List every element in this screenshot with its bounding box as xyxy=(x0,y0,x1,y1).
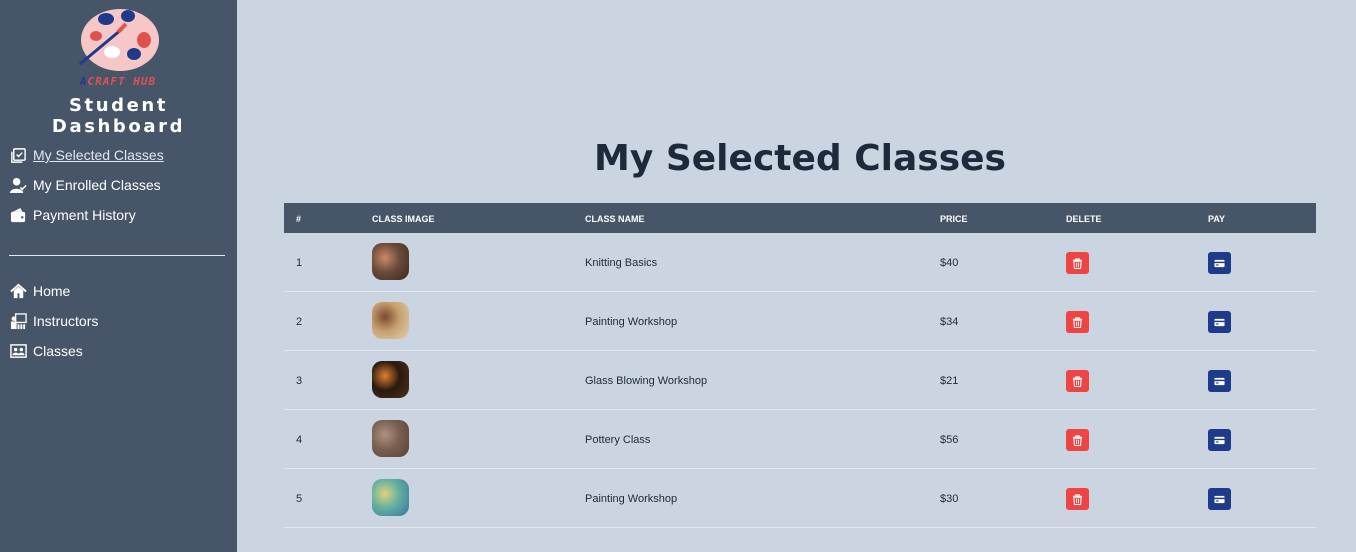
table-row: 4 Pottery Class $56 xyxy=(284,410,1316,469)
trash-icon xyxy=(1072,316,1083,328)
delete-button[interactable] xyxy=(1066,252,1089,274)
trash-icon xyxy=(1072,257,1083,269)
pay-button[interactable] xyxy=(1208,252,1231,274)
class-name: Painting Workshop xyxy=(585,316,678,328)
instructor-icon xyxy=(9,312,27,330)
sidebar-item-label: My Selected Classes xyxy=(33,147,164,163)
sidebar-item-label: My Enrolled Classes xyxy=(33,177,161,193)
delete-button[interactable] xyxy=(1066,429,1089,451)
logo-text: ACRAFT HUB xyxy=(79,75,157,88)
sidebar-divider xyxy=(9,255,225,256)
column-header-class-name: CLASS NAME xyxy=(585,214,645,224)
class-image xyxy=(372,361,409,398)
sidebar-item-instructors[interactable]: Instructors xyxy=(9,311,98,331)
sidebar-item-label: Payment History xyxy=(33,207,136,223)
dashboard-title: Student Dashboard xyxy=(51,95,186,137)
sidebar-item-payment-history[interactable]: Payment History xyxy=(9,205,136,225)
row-number: 5 xyxy=(296,493,303,505)
class-image xyxy=(372,243,409,280)
class-price: $34 xyxy=(940,316,959,328)
class-price: $56 xyxy=(940,434,959,446)
credit-card-icon xyxy=(1214,377,1225,385)
class-name: Glass Blowing Workshop xyxy=(585,375,708,387)
pay-button[interactable] xyxy=(1208,488,1231,510)
credit-card-icon xyxy=(1214,436,1225,444)
table-header: # CLASS IMAGE CLASS NAME PRICE DELETE PA… xyxy=(284,203,1316,233)
sidebar-item-label: Home xyxy=(33,283,71,299)
table-row: 2 Painting Workshop $34 xyxy=(284,292,1316,351)
class-name: Knitting Basics xyxy=(585,257,658,269)
user-check-icon xyxy=(9,176,27,194)
column-header-class-image: CLASS IMAGE xyxy=(372,214,435,224)
table-body: 1 Knitting Basics $40 2 Painting Worksho… xyxy=(284,233,1316,528)
sidebar: ACRAFT HUB Student Dashboard My Selected… xyxy=(0,0,237,552)
class-price: $30 xyxy=(940,493,959,505)
column-header-price: PRICE xyxy=(940,214,968,224)
row-number: 4 xyxy=(296,434,303,446)
craft-hub-logo[interactable]: ACRAFT HUB xyxy=(72,4,164,88)
class-image xyxy=(372,479,409,516)
credit-card-icon xyxy=(1214,495,1225,503)
column-header-number: # xyxy=(296,214,302,224)
table-row: 1 Knitting Basics $40 xyxy=(284,233,1316,292)
credit-card-icon xyxy=(1214,318,1225,326)
row-number: 3 xyxy=(296,375,303,387)
delete-button[interactable] xyxy=(1066,488,1089,510)
credit-card-icon xyxy=(1214,259,1225,267)
trash-icon xyxy=(1072,434,1083,446)
pay-button[interactable] xyxy=(1208,429,1231,451)
table-row: 3 Glass Blowing Workshop $21 xyxy=(284,351,1316,410)
row-number: 2 xyxy=(296,316,303,328)
delete-button[interactable] xyxy=(1066,311,1089,333)
sidebar-item-my-enrolled-classes[interactable]: My Enrolled Classes xyxy=(9,175,161,195)
home-icon xyxy=(9,282,27,300)
sidebar-item-home[interactable]: Home xyxy=(9,281,70,301)
class-price: $21 xyxy=(940,375,959,387)
class-image xyxy=(372,420,409,457)
sidebar-item-label: Instructors xyxy=(33,313,99,329)
pay-button[interactable] xyxy=(1208,370,1231,392)
class-image xyxy=(372,302,409,339)
trash-icon xyxy=(1072,375,1083,387)
sidebar-item-classes[interactable]: Classes xyxy=(9,341,83,361)
table-row: 5 Painting Workshop $30 xyxy=(284,469,1316,528)
class-name: Painting Workshop xyxy=(585,493,678,505)
checklist-icon xyxy=(9,146,27,164)
selected-classes-table: # CLASS IMAGE CLASS NAME PRICE DELETE PA… xyxy=(284,203,1316,528)
sidebar-item-my-selected-classes[interactable]: My Selected Classes xyxy=(9,145,164,165)
classes-icon xyxy=(9,342,27,360)
page-title: My Selected Classes xyxy=(594,138,1006,179)
row-number: 1 xyxy=(296,257,303,269)
sidebar-item-label: Classes xyxy=(33,343,83,359)
column-header-pay: PAY xyxy=(1208,214,1226,224)
delete-button[interactable] xyxy=(1066,370,1089,392)
column-header-delete: DELETE xyxy=(1066,214,1102,224)
trash-icon xyxy=(1072,493,1083,505)
class-name: Pottery Class xyxy=(585,434,651,446)
pay-button[interactable] xyxy=(1208,311,1231,333)
class-price: $40 xyxy=(940,257,959,269)
wallet-icon xyxy=(9,206,27,224)
